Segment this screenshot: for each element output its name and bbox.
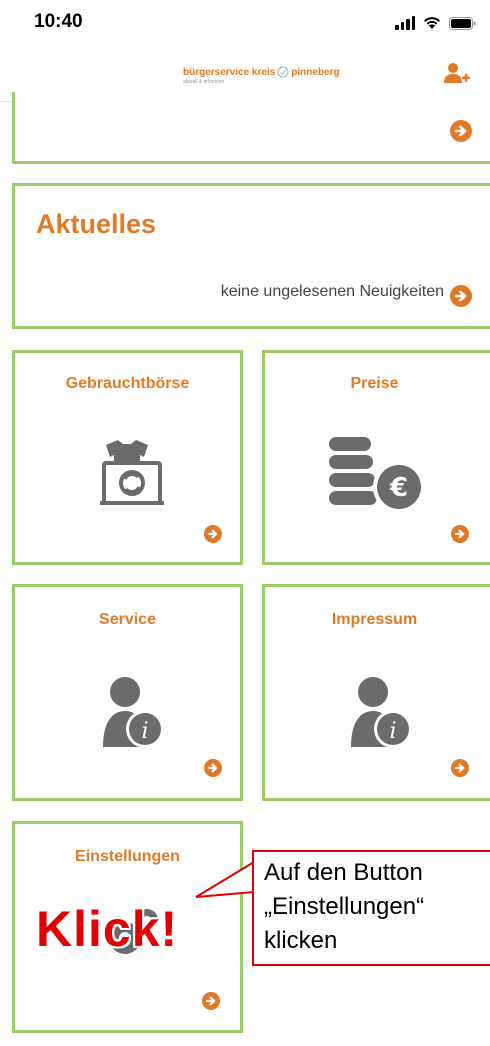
svg-text:i: i [141,719,148,744]
callout-text: Auf den Button „Einstellungen“ klicken [264,859,425,954]
aktuelles-card[interactable]: Aktuelles keine ungelesenen Neuigkeiten [12,183,490,329]
arrow-circle-right-icon [451,525,469,543]
arrow-circle-right-icon [450,285,472,307]
battery-icon [449,16,476,30]
gebrauchtboerse-tile[interactable]: Gebrauchtbörse [12,350,243,565]
callout-box: Auf den Button „Einstellungen“ klicken [252,850,490,966]
user-add-icon[interactable] [443,62,471,86]
wifi-icon [424,17,440,29]
status-time: 10:40 [34,11,83,32]
impressum-tile[interactable]: Impressum i [262,584,490,801]
logo-subtitle: aktuell & informiert [183,79,225,85]
arrow-circle-right-icon [450,120,472,142]
arrow-circle-right-icon [204,525,222,543]
preise-tile[interactable]: Preise € [262,350,490,565]
service-tile[interactable]: Service i [12,584,243,801]
coins-euro-icon: € [329,437,425,513]
aktuelles-title: Aktuelles [36,209,157,239]
signal-icon [395,16,415,30]
tile-title: Impressum [331,611,418,628]
logo-text: bürgerservice kreis pinneberg [183,66,340,78]
arrow-circle-right-icon [204,759,222,777]
status-icons [395,14,476,32]
status-bar: 10:40 [0,0,490,46]
person-info-icon: i [103,677,164,748]
callout-pointer [195,861,255,898]
logo-check-icon [277,66,289,78]
person-info-icon: i [351,677,412,748]
klick-annotation: Klick! [36,901,179,957]
svg-text:€: € [389,473,408,503]
aktuelles-status: keine ungelesenen Neuigkeiten [220,283,444,300]
arrow-circle-right-icon [202,992,220,1010]
partial-card[interactable] [12,92,490,164]
tile-title: Gebrauchtbörse [65,375,190,392]
tile-title: Preise [350,375,399,392]
app-logo: bürgerservice kreis pinneberg aktuell & … [183,66,343,92]
svg-text:i: i [389,719,396,744]
tile-title: Service [99,611,156,628]
shirt-monitor-icon [100,440,164,505]
arrow-circle-right-icon [451,759,469,777]
